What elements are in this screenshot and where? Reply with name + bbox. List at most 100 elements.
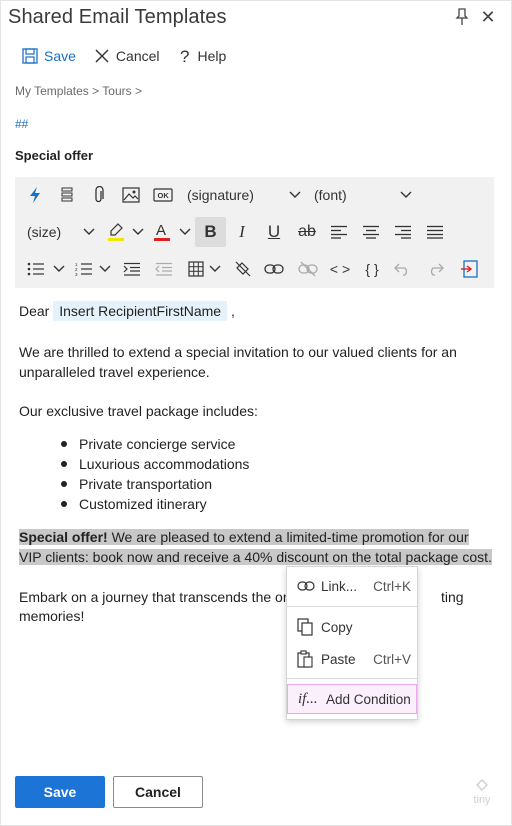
ok-field-icon[interactable]: OK xyxy=(149,180,177,210)
closing-line-1-start: Embark on a journey that transcends the … xyxy=(19,589,288,605)
hashtags-link[interactable]: ## xyxy=(15,117,28,131)
braces-button[interactable]: { } xyxy=(358,254,386,284)
svg-text:A: A xyxy=(156,222,166,239)
condition-icon: if... xyxy=(298,691,320,708)
chevron-down-icon xyxy=(132,228,144,235)
save-command[interactable]: Save xyxy=(22,48,76,64)
pin-icon[interactable] xyxy=(455,8,469,26)
source-code-button[interactable]: < > xyxy=(326,254,354,284)
context-menu-add-condition-label: Add Condition xyxy=(326,691,411,707)
tiny-diamond-icon xyxy=(476,779,488,791)
svg-text:OK: OK xyxy=(158,191,170,200)
context-menu-add-condition[interactable]: if... Add Condition xyxy=(287,684,417,714)
strikethrough-button[interactable]: ab xyxy=(293,217,321,247)
closing-line-2: memories! xyxy=(19,608,85,624)
template-name[interactable]: Special offer xyxy=(15,148,93,163)
quick-action-icon[interactable] xyxy=(21,180,49,210)
insert-template-icon[interactable] xyxy=(455,254,483,284)
editor-toolbar: OK (signature) (font) (size) A B I U ab … xyxy=(15,177,494,288)
paragraph-1-line-2: unparalleled travel experience. xyxy=(19,364,210,380)
offer-bold-text: Special offer! xyxy=(19,529,108,545)
editor-body[interactable]: Dear Insert RecipientFirstName , We are … xyxy=(15,292,494,742)
outdent-icon[interactable] xyxy=(151,254,177,284)
cancel-command-label: Cancel xyxy=(115,48,160,64)
align-justify-icon[interactable] xyxy=(421,217,449,247)
tiny-logo: tiny xyxy=(468,779,496,809)
merge-field-chip[interactable]: Insert RecipientFirstName xyxy=(53,301,228,321)
offer-line-1-text: We are pleased to extend a limited-time … xyxy=(107,529,469,545)
close-icon[interactable]: ✕ xyxy=(480,8,496,26)
unlink-icon[interactable] xyxy=(294,254,322,284)
breadcrumb[interactable]: My Templates > Tours > xyxy=(15,84,142,98)
chevron-down-icon xyxy=(83,228,95,235)
align-left-icon[interactable] xyxy=(325,217,353,247)
offer-line-1: Special offer! We are pleased to extend … xyxy=(19,527,469,547)
help-command[interactable]: ? Help xyxy=(178,47,227,65)
image-icon[interactable] xyxy=(117,180,145,210)
toolbar-row-1: OK (signature) (font) xyxy=(15,177,494,211)
save-button[interactable]: Save xyxy=(15,776,105,808)
closing-line-1-end: ting xyxy=(441,589,464,605)
font-color-chevron[interactable] xyxy=(176,217,194,247)
cancel-button[interactable]: Cancel xyxy=(113,776,203,808)
context-menu-paste-shortcut: Ctrl+V xyxy=(373,651,411,667)
greeting-line: Dear Insert RecipientFirstName , xyxy=(19,301,235,321)
chevron-down-icon xyxy=(209,265,221,272)
font-dropdown[interactable]: (font) xyxy=(314,180,420,210)
list-item: Private transportation xyxy=(61,474,249,494)
context-menu-paste[interactable]: Paste Ctrl+V xyxy=(287,644,417,674)
paste-icon xyxy=(297,650,319,668)
font-color-icon[interactable]: A xyxy=(149,217,175,247)
highlight-color-icon[interactable] xyxy=(103,217,129,247)
bold-button[interactable]: B xyxy=(195,217,226,247)
size-dropdown-label: (size) xyxy=(27,224,62,240)
list-item: Private concierge service xyxy=(61,434,249,454)
signature-dropdown[interactable]: (signature) xyxy=(187,180,307,210)
clear-formatting-icon[interactable] xyxy=(229,254,257,284)
numbered-list-icon[interactable]: 123 xyxy=(73,254,95,284)
signature-dropdown-label: (signature) xyxy=(187,187,254,203)
bullet-list-icon[interactable] xyxy=(25,254,47,284)
copy-icon xyxy=(297,618,319,636)
align-right-icon[interactable] xyxy=(389,217,417,247)
svg-text:3: 3 xyxy=(75,272,78,276)
chevron-down-icon xyxy=(99,265,111,272)
context-menu-link[interactable]: Link... Ctrl+K xyxy=(287,571,417,601)
context-menu-paste-label: Paste xyxy=(321,651,356,667)
numbered-list-chevron[interactable] xyxy=(97,254,113,284)
chevron-down-icon xyxy=(53,265,65,272)
database-icon[interactable] xyxy=(53,180,81,210)
list-item: Luxurious accommodations xyxy=(61,454,249,474)
redo-icon[interactable] xyxy=(421,254,449,284)
offer-line-2: VIP clients: book now and receive a 40% … xyxy=(19,547,492,567)
italic-button[interactable]: I xyxy=(228,217,256,247)
greeting-comma: , xyxy=(230,303,235,319)
table-icon[interactable] xyxy=(185,254,207,284)
chevron-down-icon xyxy=(289,191,301,198)
paragraph-2: Our exclusive travel package includes: xyxy=(19,403,258,419)
question-mark-icon: ? xyxy=(180,47,189,65)
toolbar-row-3: 123 < > { } xyxy=(15,251,494,285)
indent-icon[interactable] xyxy=(119,254,145,284)
context-menu-link-label: Link... xyxy=(321,578,358,594)
attachment-icon[interactable] xyxy=(85,180,113,210)
underline-button[interactable]: U xyxy=(260,217,288,247)
cancel-command[interactable]: Cancel xyxy=(94,48,160,64)
closing-line-1: Embark on a journey that transcends the … xyxy=(19,587,494,607)
align-center-icon[interactable] xyxy=(357,217,385,247)
bullet-list-chevron[interactable] xyxy=(51,254,67,284)
toolbar-row-2: (size) A B I U ab xyxy=(15,214,494,248)
list-item: Customized itinerary xyxy=(61,494,249,514)
undo-icon[interactable] xyxy=(389,254,417,284)
link-icon[interactable] xyxy=(260,254,288,284)
table-chevron[interactable] xyxy=(208,254,222,284)
offer-line-2-text: VIP clients: book now and receive a 40% … xyxy=(19,549,492,565)
package-bullet-list: Private concierge service Luxurious acco… xyxy=(61,434,249,514)
condition-icon-text: if... xyxy=(298,690,318,707)
size-dropdown[interactable]: (size) xyxy=(27,217,101,247)
svg-text:?: ? xyxy=(180,47,189,65)
highlight-color-chevron[interactable] xyxy=(129,217,147,247)
greeting-text: Dear xyxy=(19,303,50,319)
font-dropdown-label: (font) xyxy=(314,187,347,203)
context-menu-copy[interactable]: Copy xyxy=(287,612,417,642)
